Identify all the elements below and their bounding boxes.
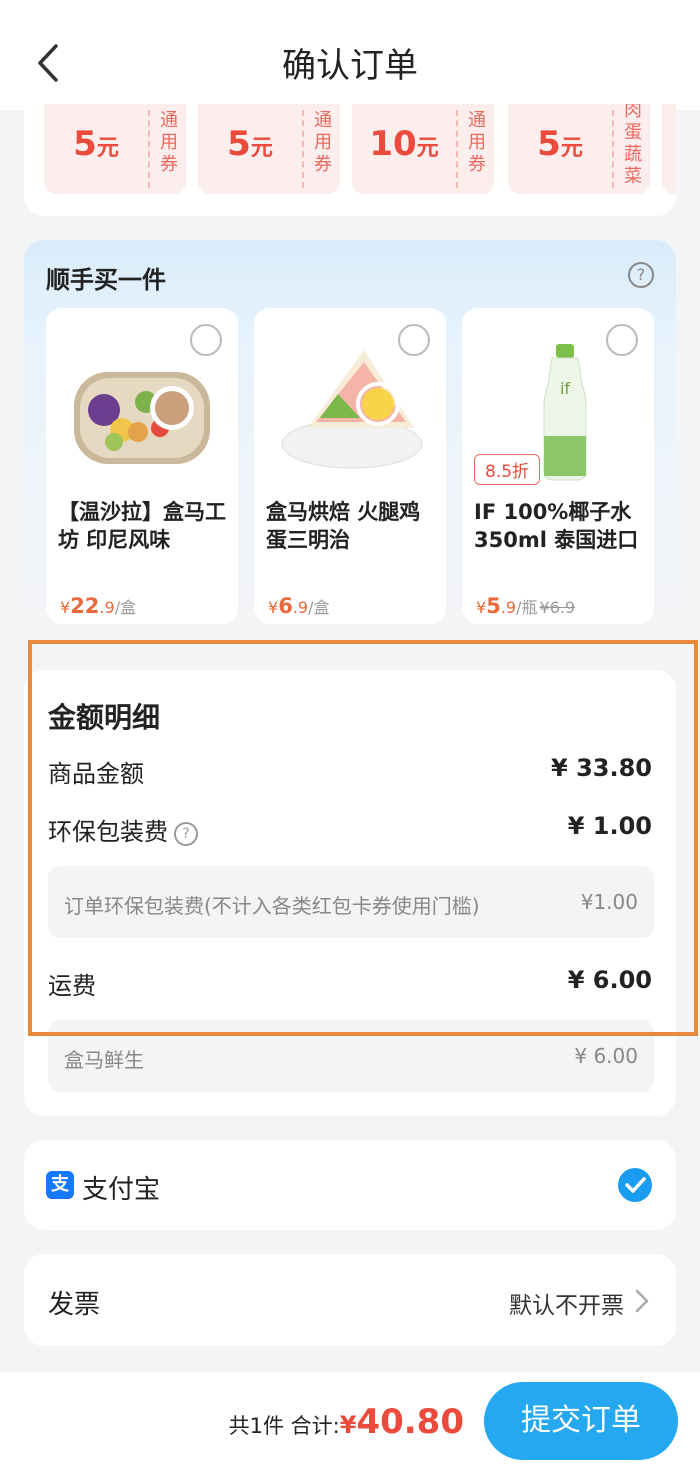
coupon-item-partial[interactable] [662,104,676,194]
question-icon[interactable]: ? [174,822,198,846]
coupon-tag: 通用券 [160,110,178,175]
select-radio[interactable] [190,324,222,356]
svg-text:if: if [560,379,570,398]
product-name: 【温沙拉】盒马工坊 印尼风味 [58,500,226,552]
invoice-label: 发票 [48,1290,101,1320]
goods-amount-label: 商品金额 [48,760,144,788]
order-total: 共1件 合计:¥40.80 [229,1402,464,1442]
submit-order-button[interactable]: 提交订单 [484,1382,678,1460]
packaging-fee-detail: 订单环保包装费(不计入各类红包卡券使用门槛) ¥1.00 [48,866,654,938]
addon-title: 顺手买一件 [46,266,166,294]
coupon-amount: 5 [73,124,97,164]
coupon-item[interactable]: 5元 通用券 [44,104,186,194]
coupon-item[interactable]: 5元 通用券 [198,104,340,194]
product-price: ¥6.9/盒 [268,594,330,618]
shipping-fee-label: 运费 [48,972,96,1000]
product-price: ¥5.9/瓶 ¥6.9 [476,594,576,618]
coupon-tag: 通用券 [468,110,486,175]
detail-title: 金额明细 [48,701,161,734]
payment-method-row[interactable]: 支 支付宝 [24,1140,676,1230]
coupon-unit: 元 [250,136,273,161]
product-card[interactable]: 【温沙拉】盒马工坊 印尼风味 ¥22.9/盒 [46,308,238,624]
coupon-unit: 元 [560,136,583,161]
product-name: 盒马烘焙 火腿鸡蛋三明治 [266,500,421,552]
coupon-amount: 10 [369,124,417,164]
shipping-fee-value: ¥ 6.00 [567,966,652,994]
payment-label: 支付宝 [82,1175,161,1205]
packaging-fee-row: 环保包装费? [48,812,198,847]
total-amount: 40.80 [356,1402,464,1442]
coupon-tag: 通用券 [314,110,332,175]
coupon-unit: 元 [96,136,119,161]
invoice-row[interactable]: 发票 默认不开票 [24,1254,676,1346]
coupon-item[interactable]: 10元 通用券 [352,104,494,194]
total-summary: 共1件 合计: [228,1414,340,1438]
shipping-sub-label: 盒马鲜生 [64,1048,144,1072]
product-name: IF 100%椰子水350ml 泰国进口 [474,500,639,552]
product-card[interactable]: if 8.5折 IF 100%椰子水350ml 泰国进口 ¥5.9/瓶 ¥6.9 [462,308,654,624]
coupon-divider [612,110,614,188]
packaging-sub-label: 订单环保包装费(不计入各类红包卡券使用门槛) [64,894,480,918]
shipping-fee-detail: 盒马鲜生 ¥ 6.00 [48,1020,654,1092]
coupon-item[interactable]: 5元 肉蛋蔬菜 [508,104,650,194]
coupon-amount: 5 [227,124,251,164]
coupon-strip: 5元 通用券 5元 通用券 10元 通用券 5元 肉蛋蔬菜 [24,104,676,216]
page-title: 确认订单 [282,46,418,86]
product-card[interactable]: 盒马烘焙 火腿鸡蛋三明治 ¥6.9/盒 [254,308,446,624]
coupon-amount: 5 [537,124,561,164]
chevron-right-icon [635,1289,649,1313]
invoice-value: 默认不开票 [509,1293,624,1319]
coupon-divider [456,110,458,188]
product-price: ¥22.9/盒 [60,594,137,618]
header-bar: 确认订单 [0,0,700,110]
alipay-icon: 支 [46,1171,74,1199]
discount-badge: 8.5折 [474,454,541,485]
coupon-divider [148,110,150,188]
select-radio[interactable] [606,324,638,356]
original-price: ¥6.9 [539,598,576,617]
packaging-sub-value: ¥1.00 [580,890,638,914]
question-icon[interactable]: ? [628,262,654,288]
select-radio[interactable] [398,324,430,356]
packaging-fee-value: ¥ 1.00 [567,812,652,840]
coupon-divider [302,110,304,188]
goods-amount-value: ¥ 33.80 [551,754,652,782]
shipping-sub-value: ¥ 6.00 [574,1044,638,1068]
coupon-tag: 肉蛋蔬菜 [624,104,642,187]
amount-detail-section: 金额明细 商品金额 ¥ 33.80 环保包装费? ¥ 1.00 订单环保包装费(… [24,670,676,1116]
packaging-fee-label: 环保包装费 [48,818,168,846]
total-currency: ¥ [339,1411,357,1439]
checkout-bar: 共1件 合计:¥40.80 提交订单 [0,1372,700,1470]
checkmark-icon[interactable] [618,1168,652,1202]
addon-section: 顺手买一件 ? 【温沙拉】盒马工坊 印尼风味 ¥22.9/盒 盒马烘焙 火腿鸡蛋… [24,240,676,636]
coupon-unit: 元 [416,136,439,161]
